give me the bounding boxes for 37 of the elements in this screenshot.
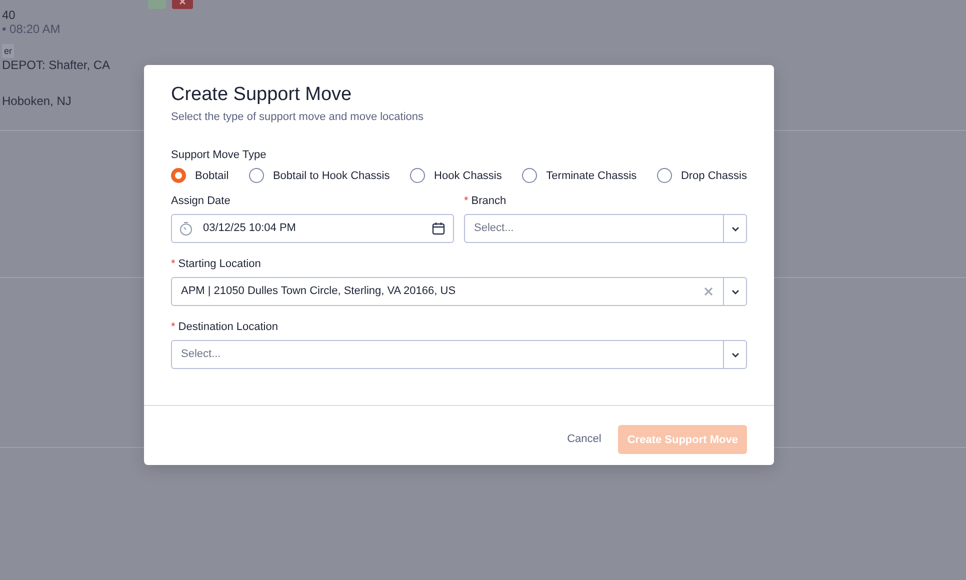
field-label: Branch — [471, 195, 506, 207]
chevron-down-icon — [730, 226, 740, 232]
modal-subtitle: Select the type of support move and move locations — [171, 110, 425, 125]
select-field[interactable]: Select... — [171, 340, 747, 369]
cancel-button[interactable]: Cancel — [567, 427, 602, 452]
tag-label: er — [2, 44, 14, 58]
field-label: Support Move Type — [171, 148, 268, 162]
chevron-down-icon — [730, 288, 740, 294]
required-mark: * — [464, 195, 468, 207]
date-field[interactable]: 03/12/25 10:04 PM — [171, 214, 454, 243]
field-label: Starting Location — [178, 258, 261, 270]
radio-option[interactable]: Bobtail — [171, 168, 229, 184]
close-icon — [179, 0, 186, 5]
select-field[interactable]: Select... — [464, 214, 747, 243]
select-field[interactable]: APM | 21050 Dulles Town Circle, Sterling, VA 20166, US — [171, 277, 747, 306]
background-text: • 08:20 AM — [2, 22, 60, 36]
field-label: Destination Location — [178, 321, 278, 333]
modal-title: Create Support Move — [171, 83, 353, 107]
clear-icon[interactable] — [704, 286, 713, 296]
required-mark: * — [171, 258, 176, 270]
required-mark: * — [171, 321, 176, 333]
stopwatch-icon — [179, 221, 193, 236]
calendar-icon[interactable] — [432, 222, 445, 235]
radio-button[interactable] — [522, 168, 538, 184]
radio-button[interactable] — [410, 168, 426, 184]
chevron-down-icon — [730, 352, 740, 358]
background-text: DEPOT: Shafter, CA — [2, 58, 110, 72]
radio-button[interactable] — [171, 168, 186, 184]
field-label: Assign Date — [171, 195, 230, 207]
radio-button[interactable] — [656, 168, 672, 184]
radio-button[interactable] — [248, 168, 264, 184]
background-text: Hoboken, NJ — [2, 94, 72, 108]
background-text: 40 — [2, 8, 16, 22]
radio-option[interactable]: Hook Chassis — [410, 168, 502, 184]
radio-option[interactable]: Bobtail to Hook Chassis — [248, 168, 390, 184]
radio-option[interactable]: Drop Chassis — [656, 168, 747, 184]
radio-option[interactable]: Terminate Chassis — [522, 168, 637, 184]
